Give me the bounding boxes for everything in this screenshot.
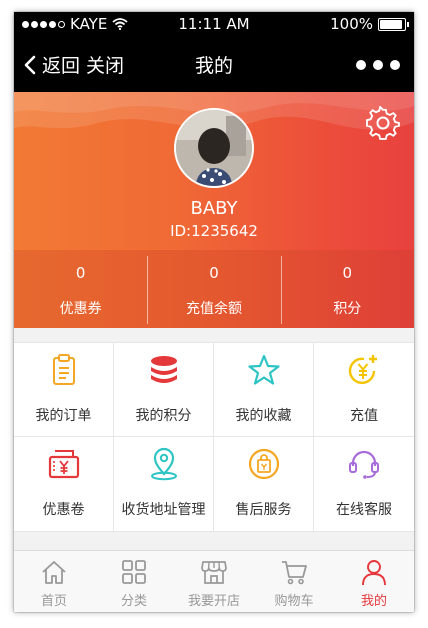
- more-dot-icon: [356, 60, 366, 70]
- status-bar: KAYE 11:11 AM 100%: [14, 12, 414, 36]
- tab-cart[interactable]: 购物车: [254, 551, 334, 612]
- user-name: BABY: [190, 198, 238, 219]
- menu-label: 收货地址管理: [121, 502, 206, 518]
- avatar[interactable]: [174, 108, 254, 188]
- menu-recharge[interactable]: 充值: [314, 343, 414, 437]
- status-right: 100%: [330, 15, 409, 33]
- more-options-button[interactable]: [356, 60, 400, 70]
- stat-label: 充值余额: [185, 301, 242, 317]
- yen-coin-plus-icon: [348, 355, 377, 385]
- menu-label: 我的订单: [35, 408, 92, 424]
- stat-value: 0: [75, 264, 86, 282]
- home-icon: [42, 561, 66, 584]
- menu-my-orders[interactable]: 我的订单: [14, 343, 114, 437]
- location-pin-icon: [150, 447, 177, 481]
- more-dot-icon: [390, 60, 400, 70]
- clipboard-icon: [52, 354, 75, 385]
- tab-label: 分类: [120, 594, 147, 609]
- tab-open-store[interactable]: 我要开店: [174, 551, 254, 612]
- page-title: 我的: [194, 55, 233, 77]
- tab-home[interactable]: 首页: [14, 551, 94, 612]
- user-icon: [362, 560, 386, 586]
- battery-icon: [378, 17, 409, 31]
- stat-points[interactable]: 0 积分: [280, 250, 414, 328]
- settings-gear-icon[interactable]: [366, 106, 400, 140]
- profile-header: BABY ID:1235642: [14, 92, 414, 250]
- coupon-icon: [48, 450, 79, 479]
- account-stats: 0 优惠券 0 充值余额 0 积分: [14, 250, 414, 328]
- menu-label: 我的积分: [135, 408, 192, 424]
- phone-screen: KAYE 11:11 AM 100% 返回 关闭 我的 BABY ID:1235…: [14, 12, 414, 612]
- headset-icon: [349, 450, 379, 479]
- cart-icon: [282, 561, 307, 585]
- menu-my-favorites[interactable]: 我的收藏: [214, 343, 314, 437]
- more-dot-icon: [373, 60, 383, 70]
- tab-label: 我的: [360, 594, 387, 609]
- stat-value: 0: [209, 264, 219, 282]
- tab-label: 首页: [40, 594, 67, 609]
- nav-bar: 返回 关闭 我的: [14, 36, 414, 92]
- menu-label: 在线客服: [336, 502, 392, 518]
- stat-coupons[interactable]: 0 优惠券: [14, 250, 147, 328]
- tab-mine[interactable]: 我的: [334, 551, 414, 612]
- stat-value: 0: [342, 264, 353, 282]
- menu-label: 我的收藏: [235, 408, 292, 424]
- category-grid-icon: [122, 560, 146, 584]
- tab-label: 购物车: [274, 594, 314, 609]
- star-icon: [247, 354, 280, 385]
- avatar-photo-icon: [176, 110, 252, 186]
- stat-label: 优惠券: [59, 301, 102, 317]
- menu-address-management[interactable]: 收货地址管理: [114, 437, 214, 531]
- menu-grid: 我的订单 我的积分 我的收藏 充值 优惠卷 收货地址管理 售后服务 在线客服: [14, 342, 414, 532]
- menu-label: 售后服务: [235, 502, 292, 518]
- stat-label: 积分: [333, 301, 362, 317]
- bottom-tab-bar: 首页 分类 我要开店 购物车 我的: [14, 550, 414, 612]
- stat-balance[interactable]: 0 充值余额: [147, 250, 280, 328]
- menu-label: 优惠卷: [42, 502, 85, 518]
- menu-after-sales[interactable]: 售后服务: [214, 437, 314, 531]
- shopping-bag-icon: [248, 448, 279, 480]
- menu-label: 充值: [350, 408, 378, 424]
- user-id: ID:1235642: [170, 222, 258, 240]
- tab-label: 我要开店: [187, 594, 240, 609]
- menu-online-service[interactable]: 在线客服: [314, 437, 414, 531]
- coins-stack-icon: [150, 356, 177, 383]
- tab-category[interactable]: 分类: [94, 551, 174, 612]
- menu-my-points[interactable]: 我的积分: [114, 343, 214, 437]
- menu-coupons[interactable]: 优惠卷: [14, 437, 114, 531]
- store-icon: [201, 561, 227, 584]
- battery-percent: 100%: [330, 15, 373, 33]
